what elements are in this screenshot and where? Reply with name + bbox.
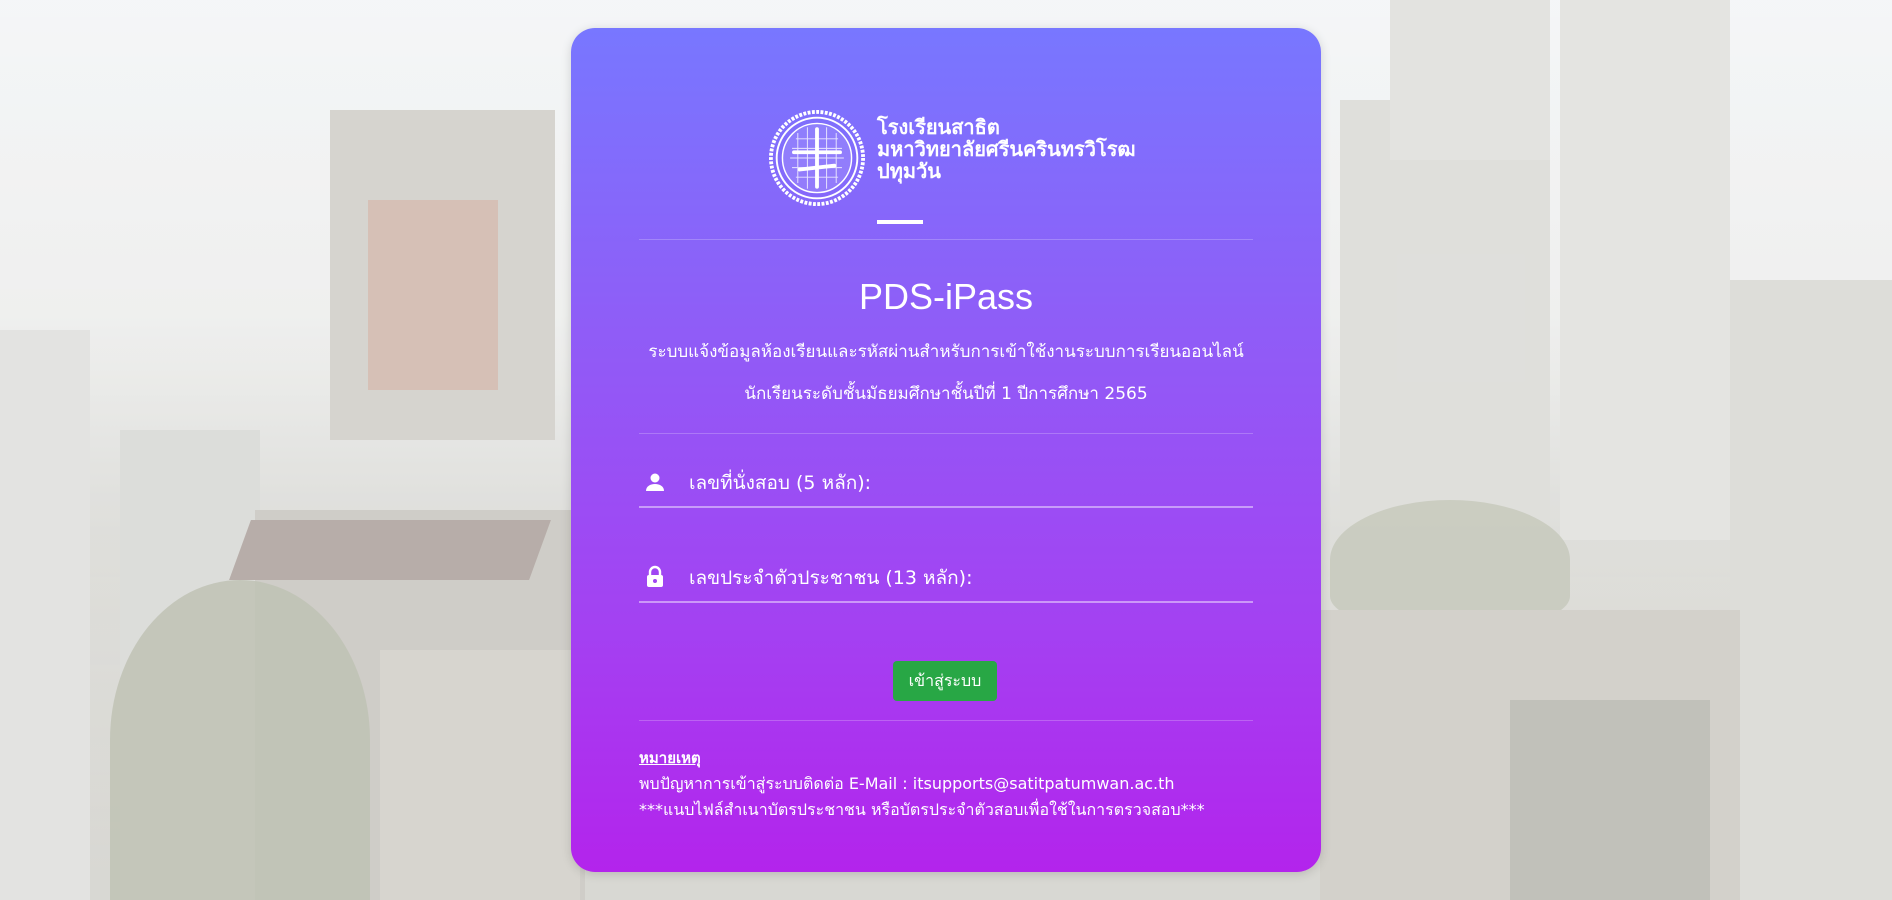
school-logo: โรงเรียนสาธิต มหาวิทยาลัยศรีนครินทรวิโรฒ…: [769, 110, 1136, 224]
seat-number-input[interactable]: [687, 466, 1251, 500]
school-seal-icon: [769, 110, 865, 206]
divider: [639, 239, 1253, 240]
school-name-line3: ปทุมวัน: [877, 159, 941, 183]
page-subtitle-line2: นักเรียนระดับชั้นมัธยมศึกษาชั้นปีที่ 1 ป…: [744, 384, 1148, 404]
divider: [639, 720, 1253, 721]
person-icon: [646, 473, 664, 491]
citizen-id-input[interactable]: [687, 561, 1251, 595]
citizen-id-field: [639, 557, 1253, 603]
lock-icon: [647, 565, 663, 587]
page-subtitle-line1: ระบบแจ้งข้อมูลห้องเรียนและรหัสผ่านสำหรับ…: [648, 342, 1244, 362]
school-name: โรงเรียนสาธิต มหาวิทยาลัยศรีนครินทรวิโรฒ…: [877, 116, 1136, 182]
login-card: โรงเรียนสาธิต มหาวิทยาลัยศรีนครินทรวิโรฒ…: [571, 28, 1321, 872]
page-title: PDS-iPass: [858, 276, 1034, 317]
notes-attachment: ***แนบไฟล์สำเนาบัตรประชาชน หรือบัตรประจำ…: [639, 800, 1205, 819]
school-name-line2: มหาวิทยาลัยศรีนครินทรวิโรฒ: [877, 137, 1136, 161]
notes-contact: พบปัญหาการเข้าสู่ระบบติดต่อ E-Mail : its…: [639, 774, 1175, 793]
logo-underline: [877, 220, 923, 224]
notes-heading: หมายเหตุ: [639, 749, 701, 767]
school-name-line1: โรงเรียนสาธิต: [877, 115, 1000, 139]
seat-number-field: [639, 462, 1253, 508]
login-button[interactable]: เข้าสู่ระบบ: [893, 661, 997, 701]
divider: [639, 433, 1253, 434]
